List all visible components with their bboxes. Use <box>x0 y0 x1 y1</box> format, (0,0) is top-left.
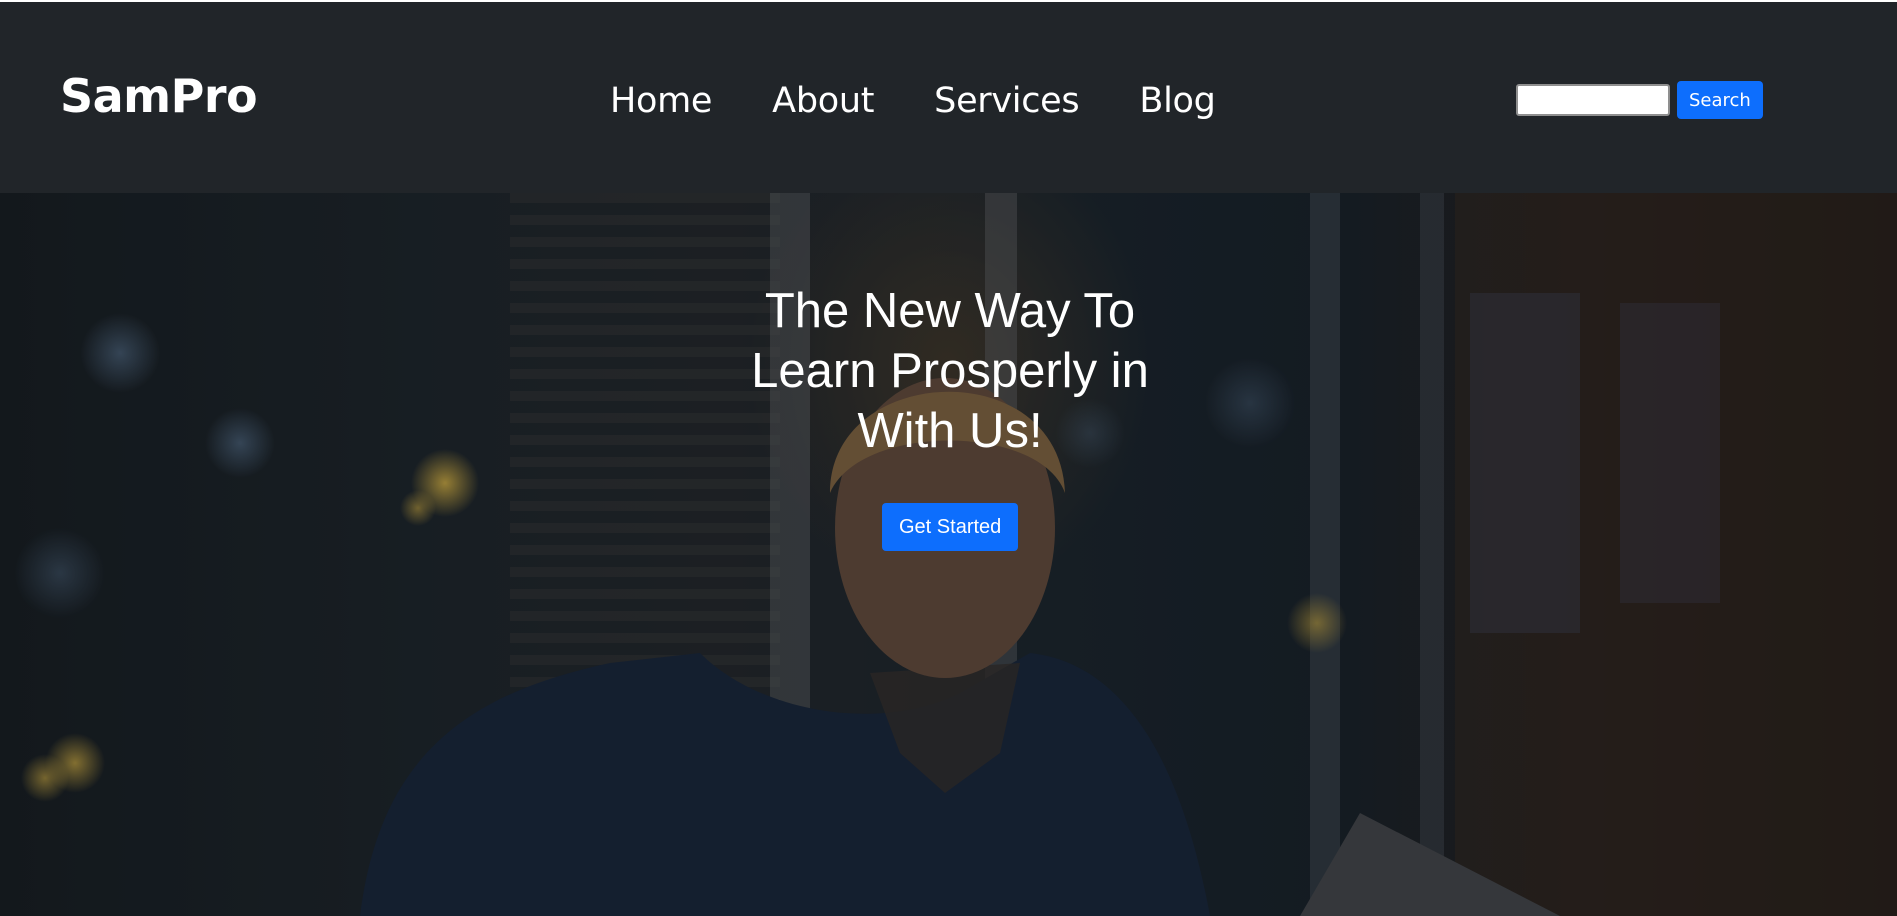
nav-links: Home About Services Blog <box>610 78 1216 124</box>
hero-title: The New Way To Learn Prosperly in With U… <box>751 284 1149 458</box>
page: SamPro Home About Services Blog Search T… <box>0 0 1897 916</box>
nav-link-blog[interactable]: Blog <box>1139 78 1215 124</box>
search-input[interactable] <box>1516 84 1670 116</box>
nav-link-about[interactable]: About <box>772 78 874 124</box>
brand-logo[interactable]: SamPro <box>60 68 258 124</box>
navbar: SamPro Home About Services Blog Search <box>0 2 1897 193</box>
nav-link-home[interactable]: Home <box>610 78 712 124</box>
get-started-button[interactable]: Get Started <box>882 503 1019 551</box>
search-form: Search <box>1516 81 1763 119</box>
nav-link-services[interactable]: Services <box>934 78 1080 124</box>
search-button[interactable]: Search <box>1677 81 1763 119</box>
hero-section: The New Way To Learn Prosperly in With U… <box>0 193 1897 916</box>
